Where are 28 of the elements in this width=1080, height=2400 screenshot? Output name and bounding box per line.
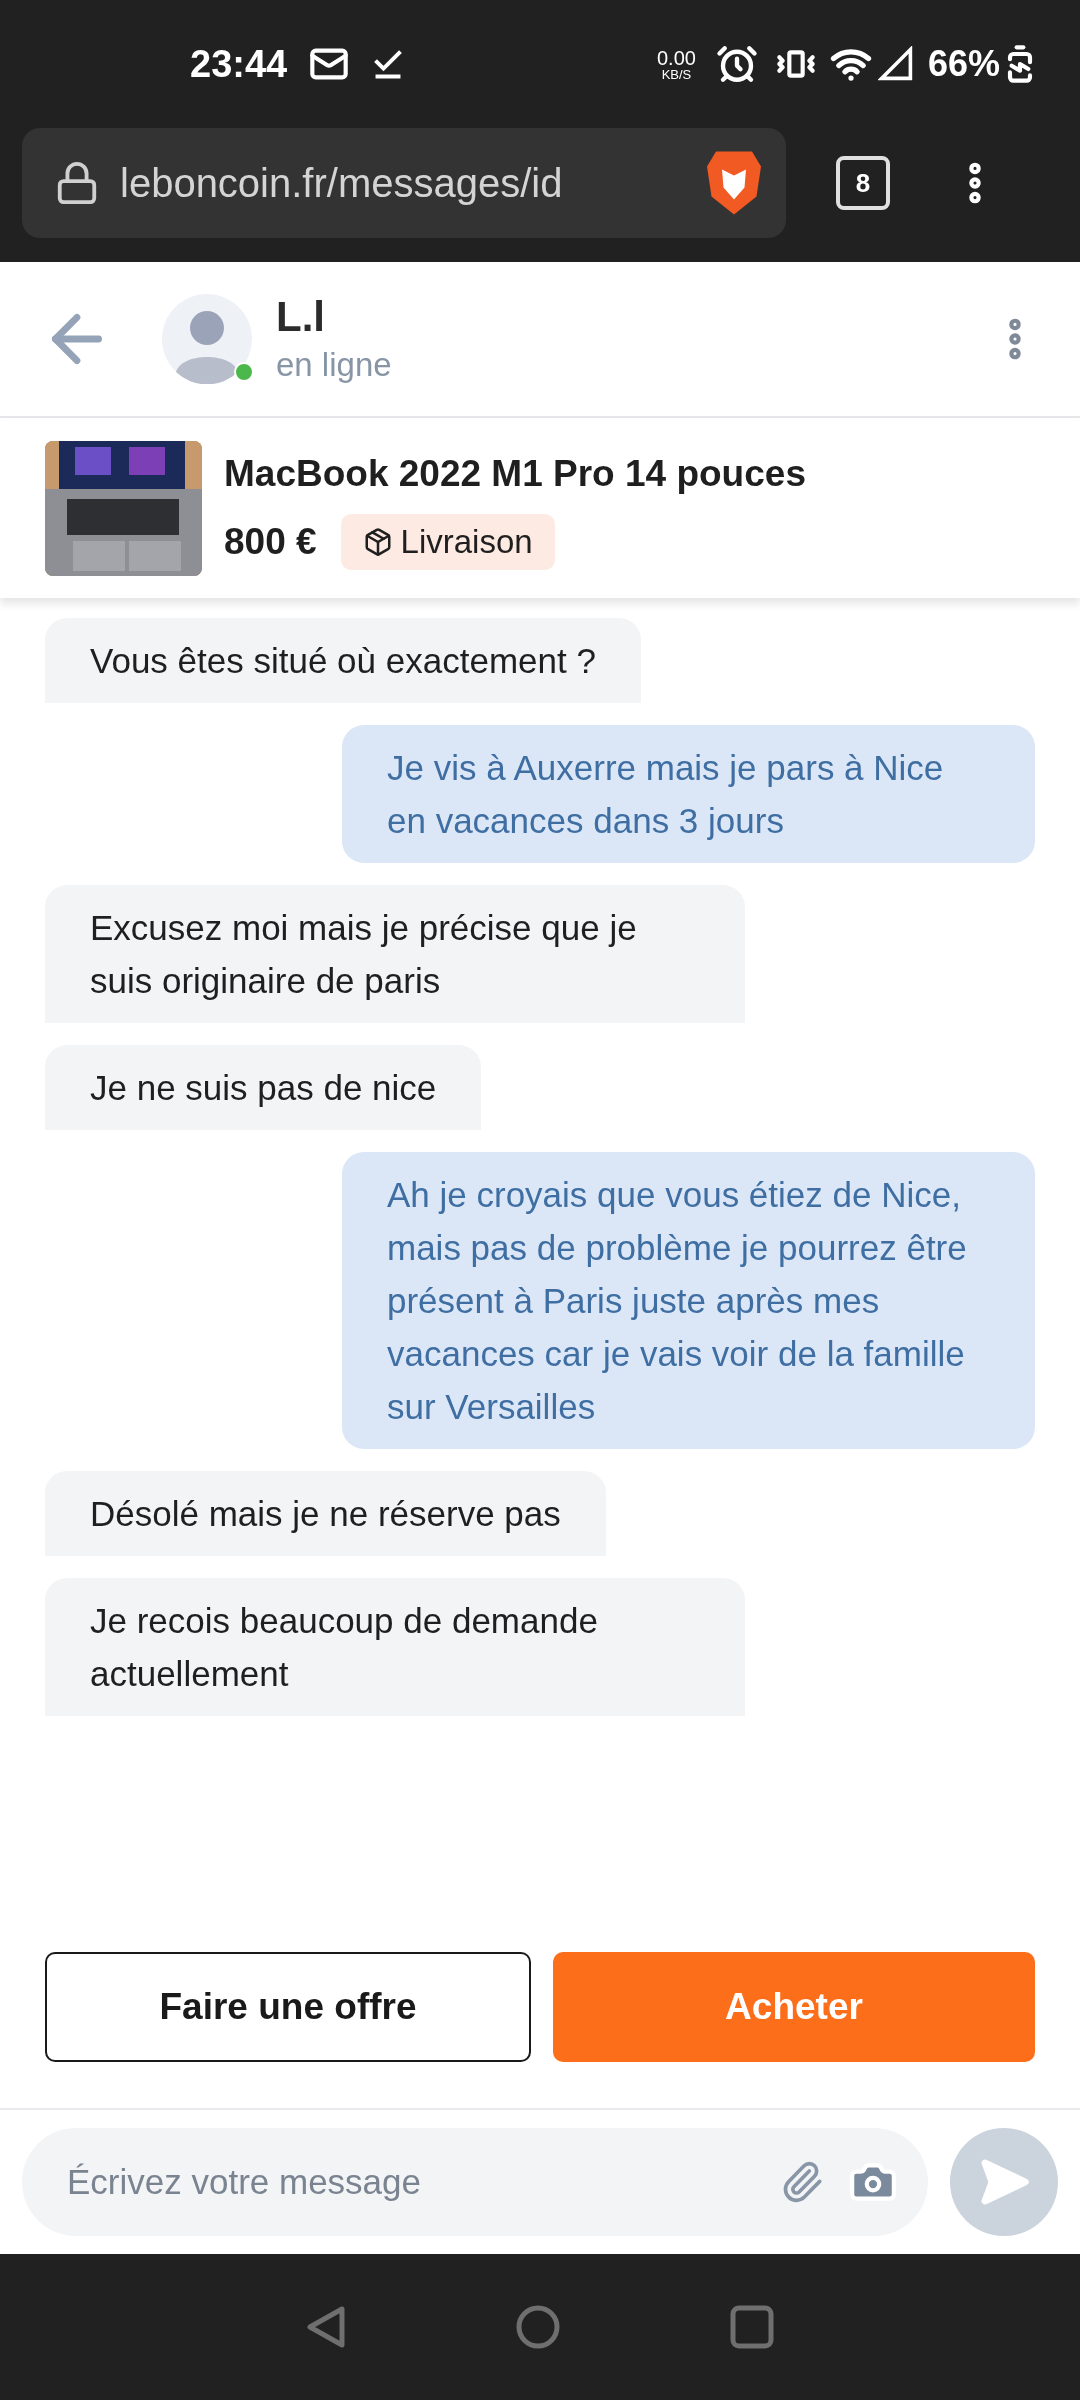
message-field[interactable]: Écrivez votre message [22, 2128, 928, 2236]
message-input[interactable]: Écrivez votre message [67, 2155, 780, 2209]
network-speed: 0.00 [657, 47, 696, 68]
contact-name: L.l [276, 292, 326, 342]
delivery-badge: Livraison [340, 513, 555, 570]
message-bubble: Je vis à Auxerre mais je pars à Nice en vacances dans 3 jours [342, 725, 1035, 863]
tab-counter[interactable]: 8 [836, 156, 890, 210]
make-offer-button[interactable]: Faire une offre [45, 1952, 531, 2062]
message-bubble: Je ne suis pas de nice [45, 1045, 482, 1130]
message-bubble: Je recois beaucoup de demande actuellement [45, 1578, 745, 1716]
battery-level: 66% [927, 42, 1000, 86]
network-unit: KB/S [661, 67, 692, 81]
recents-nav-icon[interactable] [730, 2305, 774, 2349]
back-nav-icon[interactable] [306, 2305, 346, 2349]
url-text: leboncoin.fr/messages/id [120, 160, 563, 207]
message-bubble: Ah je croyais que vous étiez de Nice, mais pas de problème je pourrez être présent à Paris juste après mes vacances car je vais voir de la famille sur Versailles [342, 1152, 1035, 1449]
listing-title: MacBook 2022 M1 Pro 14 pouces [224, 452, 806, 497]
contact-status: en ligne [276, 345, 392, 385]
home-nav-icon[interactable] [516, 2305, 560, 2349]
alarm-icon [715, 43, 758, 85]
signal-icon [877, 46, 914, 82]
address-bar[interactable]: leboncoin.fr/messages/id [22, 128, 786, 238]
listing-price: 800 € [224, 520, 317, 564]
status-time: 23:44 [190, 41, 288, 87]
message-bubble: Excusez moi mais je précise que je suis originaire de paris [45, 885, 745, 1023]
message-bubble: Désolé mais je ne réserve pas [45, 1471, 606, 1556]
message-bubble: Vous êtes situé où exactement ? [45, 618, 641, 703]
avatar-icon [162, 294, 252, 384]
